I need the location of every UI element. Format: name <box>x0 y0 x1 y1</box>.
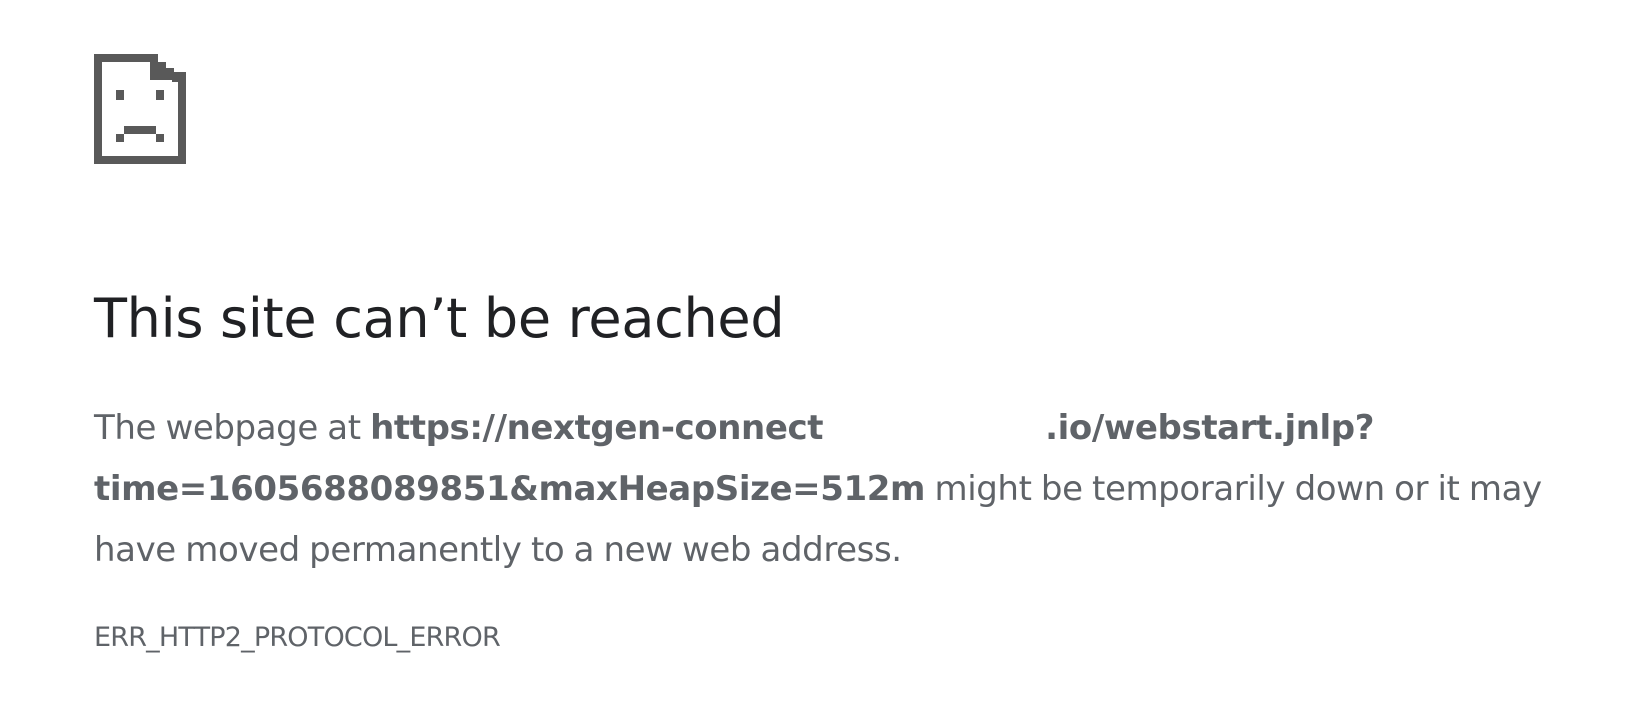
url-start: https://nextgen-connect <box>370 408 824 448</box>
error-title: This site can’t be reached <box>94 287 785 350</box>
url-query: time=1605688089851&maxHeapSize=512m <box>94 469 926 509</box>
error-code: ERR_HTTP2_PROTOCOL_ERROR <box>94 622 501 653</box>
message-prefix: The webpage at <box>94 408 371 448</box>
redacted-region <box>823 438 1045 439</box>
error-message: The webpage at https://nextgen-connect .i… <box>94 398 1594 581</box>
sad-page-icon <box>94 54 186 164</box>
url-end: .io/webstart.jnlp? <box>1045 408 1375 448</box>
error-page: This site can’t be reached The webpage a… <box>94 54 1594 655</box>
